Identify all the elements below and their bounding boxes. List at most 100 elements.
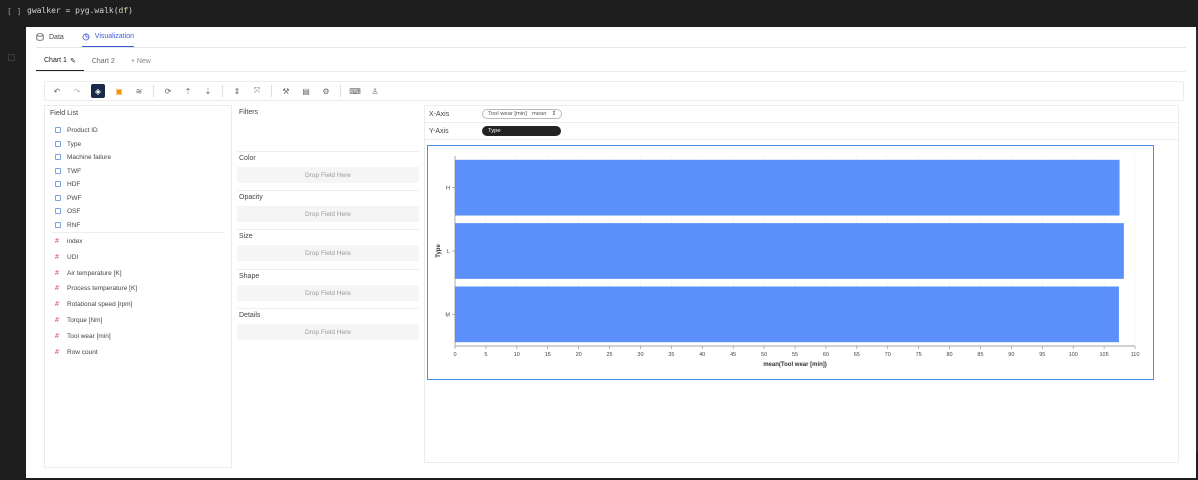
- drop-zone[interactable]: Drop Field Here: [237, 245, 419, 261]
- cube-icon[interactable]: ◈: [91, 84, 105, 98]
- x-tick-label: 90: [1008, 352, 1014, 358]
- sort-desc-icon[interactable]: ⇣: [202, 85, 214, 97]
- new-chart-button[interactable]: + New: [123, 51, 159, 71]
- x-tick-label: 95: [1039, 352, 1045, 358]
- field-measure[interactable]: # Rotational speed [rpm]: [55, 299, 132, 309]
- drop-zone[interactable]: Drop Field Here: [237, 167, 419, 183]
- hash-icon: #: [55, 284, 59, 292]
- text-field-icon: [55, 222, 61, 228]
- x-tick-label: 60: [823, 352, 829, 358]
- field-measure[interactable]: # Tool wear [min]: [55, 331, 111, 341]
- size-mode-icon[interactable]: ⤧: [251, 85, 263, 97]
- field-measure[interactable]: # Air temperature [K]: [55, 268, 122, 278]
- field-dimension[interactable]: RNF: [55, 220, 80, 230]
- transpose-icon[interactable]: ⇕: [231, 85, 243, 97]
- tab-chart-2[interactable]: Chart 2: [84, 51, 123, 71]
- y-axis-label: Y-Axis: [429, 127, 449, 135]
- field-dimension[interactable]: Machine failure: [55, 152, 111, 162]
- redo-icon[interactable]: ↷: [71, 85, 83, 97]
- tab-data[interactable]: Data: [36, 27, 64, 47]
- x-tick-label: 110: [1131, 352, 1140, 358]
- field-label: Torque [Nm]: [67, 316, 103, 324]
- text-field-icon: [55, 181, 61, 187]
- sort-asc-icon[interactable]: ⇡: [182, 85, 194, 97]
- text-field-icon: [55, 127, 61, 133]
- field-label: PWF: [67, 194, 82, 202]
- chart-container[interactable]: 0 5 10 15 20 25 30 35 40 45 50 55 60 65 70 75 80 85 90 95 10…: [427, 145, 1154, 380]
- field-divider: [51, 232, 225, 233]
- field-measure[interactable]: # UDI: [55, 252, 78, 262]
- pill-agg: mean: [531, 111, 547, 117]
- field-dimension[interactable]: HDF: [55, 179, 80, 189]
- toolbar-separator: [340, 85, 341, 97]
- x-tick-label: 15: [545, 352, 551, 358]
- x-tick-label: 35: [668, 352, 674, 358]
- bar-chart: 0 5 10 15 20 25 30 35 40 45 50 55 60 65 70 75 80 85 90 95 10…: [436, 156, 1140, 368]
- hash-icon: #: [55, 300, 59, 308]
- hash-icon: #: [55, 253, 59, 261]
- y-tick-label: M: [445, 312, 450, 318]
- tab-visualization-label: Visualization: [94, 33, 134, 40]
- image-export-icon[interactable]: ▤: [300, 85, 312, 97]
- edit-icon[interactable]: ✎: [70, 57, 76, 65]
- filters-title: Filters: [239, 109, 259, 116]
- field-label: Product ID: [67, 126, 98, 134]
- user-icon[interactable]: ♙: [369, 85, 381, 97]
- drop-zone[interactable]: Drop Field Here: [237, 206, 419, 222]
- code-prefix: gwalker = pyg.walk(: [27, 6, 119, 15]
- field-dimension[interactable]: Type: [55, 139, 81, 149]
- encoding-title: Size: [237, 229, 419, 243]
- undo-icon[interactable]: ↶: [51, 85, 63, 97]
- text-field-icon: [55, 208, 61, 214]
- main-tabs: Data Visualization: [36, 27, 134, 47]
- field-label: RNF: [67, 221, 81, 229]
- drop-zone[interactable]: Drop Field Here: [237, 285, 419, 301]
- field-dimension[interactable]: Product ID: [55, 125, 98, 135]
- x-tick-label: 80: [946, 352, 952, 358]
- chevron-down-icon: ⇕: [551, 111, 557, 117]
- code-arg: df: [118, 6, 129, 15]
- field-label: Machine failure: [67, 153, 112, 161]
- field-measure[interactable]: # index: [55, 236, 83, 246]
- output-toggle-icon[interactable]: [8, 54, 15, 61]
- database-icon: [36, 33, 44, 41]
- wrench-icon[interactable]: ⚒: [280, 85, 292, 97]
- x-axis-shelf: X-Axis Tool wear [min] mean ⇕: [425, 106, 1178, 123]
- field-dimension[interactable]: OSF: [55, 206, 80, 216]
- refresh-icon[interactable]: ⟳: [162, 85, 174, 97]
- hash-icon: #: [55, 332, 59, 340]
- layers-icon[interactable]: ≋: [133, 85, 145, 97]
- divider: [36, 71, 1186, 72]
- x-axis-field-pill[interactable]: Tool wear [min] mean ⇕: [482, 109, 563, 119]
- tab-visualization[interactable]: Visualization: [81, 27, 134, 47]
- tab-chart-1[interactable]: Chart 1 ✎: [36, 51, 84, 71]
- x-tick-label: 25: [606, 352, 612, 358]
- encoding-title: Opacity: [237, 190, 419, 204]
- mark-type-icon[interactable]: ▣: [113, 85, 125, 97]
- y-axis-field-pill[interactable]: Type: [482, 126, 561, 136]
- settings-icon[interactable]: ⚙: [320, 85, 332, 97]
- y-axis-shelf: Y-Axis Type: [425, 123, 1178, 140]
- field-measure[interactable]: # Process temperature [K]: [55, 283, 137, 293]
- x-axis-title: mean(Tool wear [min]): [763, 362, 827, 368]
- drop-zone[interactable]: Drop Field Here: [237, 324, 419, 340]
- field-list-title: Field List: [50, 110, 79, 117]
- chart-pie-icon: [82, 33, 90, 40]
- code-line[interactable]: gwalker = pyg.walk(df): [27, 6, 133, 15]
- code-suffix: ): [128, 6, 133, 15]
- encoding-title: Shape: [237, 269, 419, 283]
- text-field-icon: [55, 154, 61, 160]
- text-field-icon: [55, 141, 61, 147]
- toolbar-separator: [222, 85, 223, 97]
- hash-icon: #: [55, 269, 59, 277]
- encoding-details: Details Drop Field Here: [237, 308, 419, 340]
- field-measure[interactable]: # Row count: [55, 347, 98, 357]
- x-tick-label: 100: [1069, 352, 1078, 358]
- field-dimension[interactable]: TWF: [55, 166, 81, 176]
- field-dimension[interactable]: PWF: [55, 193, 81, 203]
- divider: [36, 47, 1186, 48]
- text-field-icon: [55, 195, 61, 201]
- bar: [455, 223, 1124, 279]
- field-measure[interactable]: # Torque [Nm]: [55, 315, 102, 325]
- code-icon[interactable]: ⌨: [349, 85, 361, 97]
